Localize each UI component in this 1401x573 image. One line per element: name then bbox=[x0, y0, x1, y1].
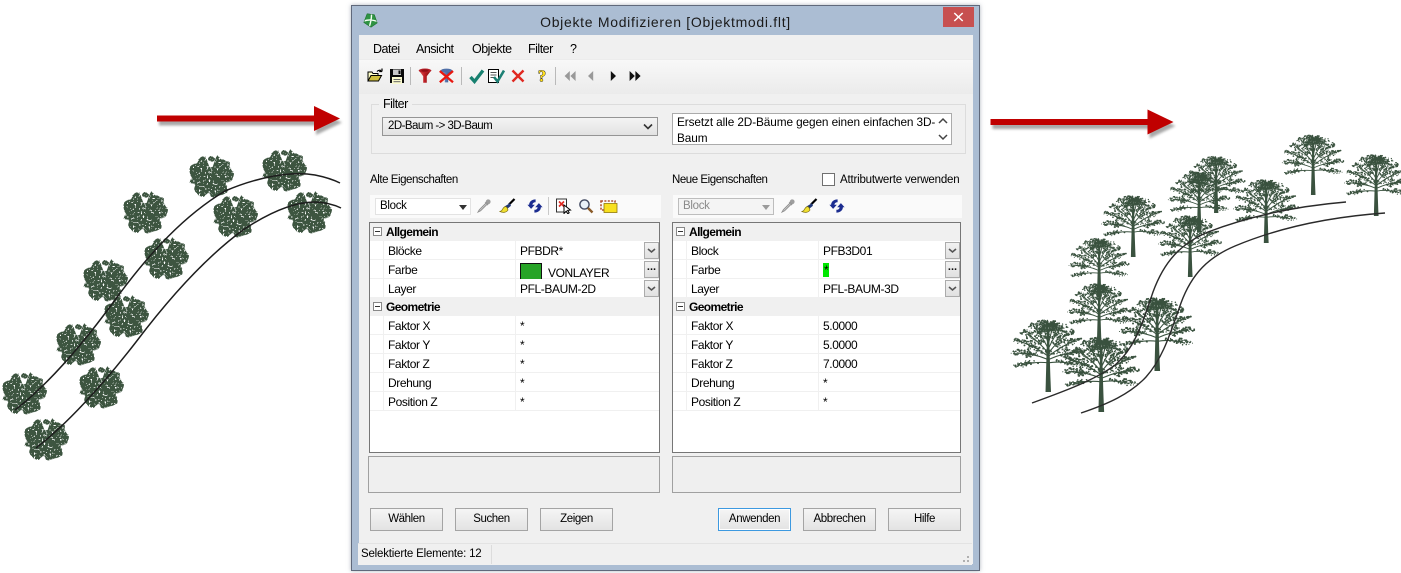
svg-text:?: ? bbox=[538, 68, 546, 84]
